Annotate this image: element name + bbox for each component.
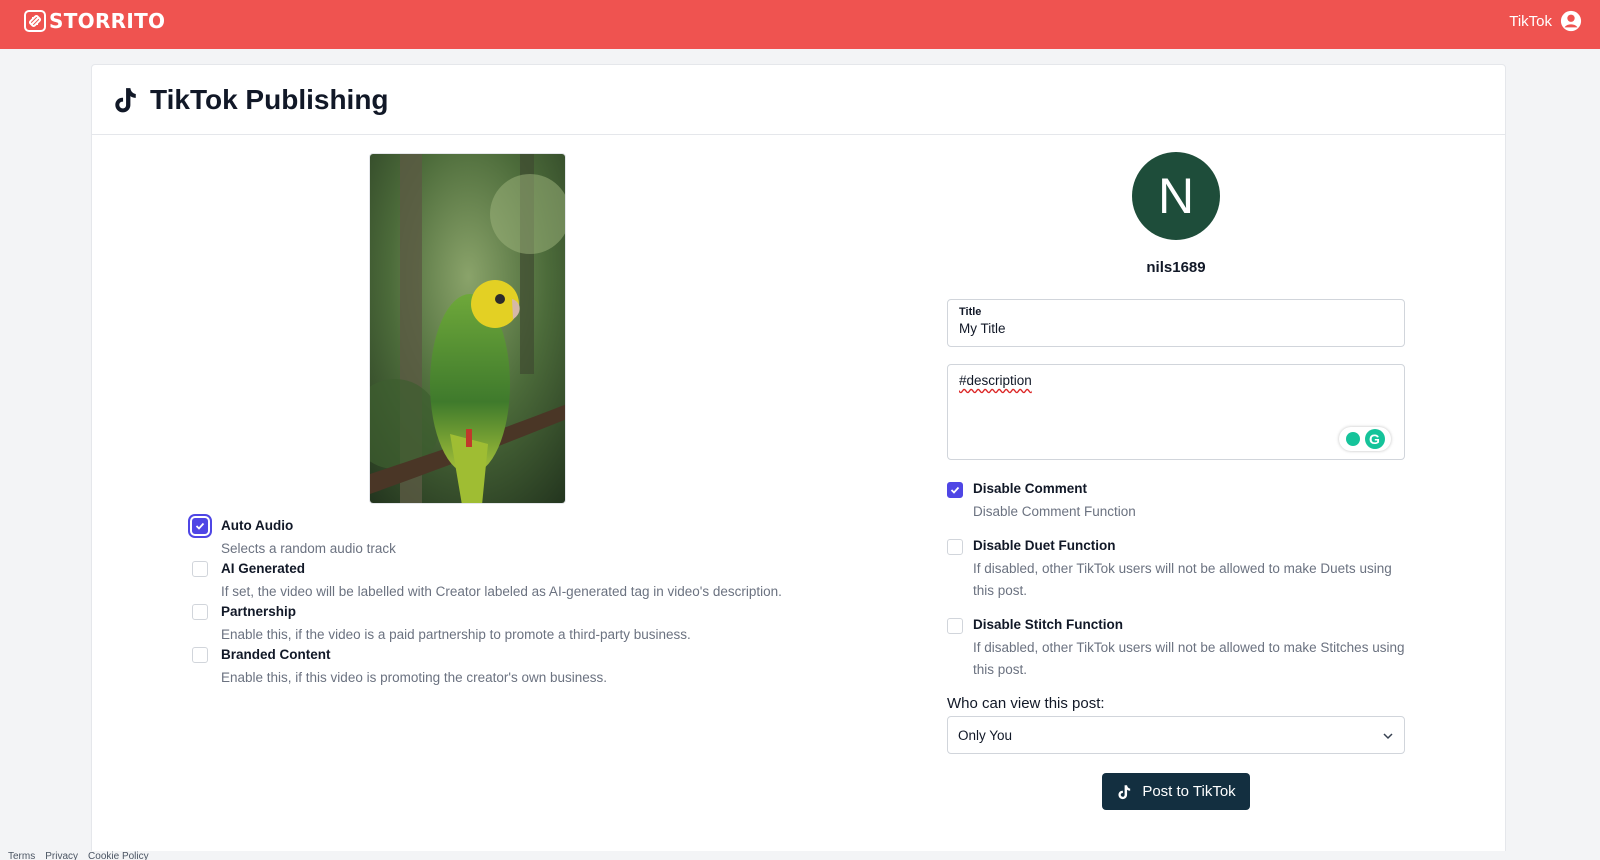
description-field[interactable]: #description G — [947, 364, 1405, 460]
cookie-policy-link[interactable]: Cookie Policy — [88, 852, 149, 860]
username: nils1689 — [1146, 259, 1206, 276]
ai-generated-checkbox[interactable] — [192, 561, 208, 577]
auto-audio-label: Auto Audio — [221, 518, 294, 533]
disable-duet-checkbox[interactable] — [947, 539, 963, 555]
page-title: TikTok Publishing — [150, 83, 389, 115]
left-options: Auto Audio Selects a random audio track … — [192, 517, 782, 689]
privacy-select[interactable]: Only You — [947, 716, 1405, 754]
publishing-card: TikTok Publishing Auto Audio Selects a r… — [91, 64, 1506, 860]
ai-generated-description: If set, the video will be labelled with … — [221, 584, 782, 599]
option-disable-stitch: Disable Stitch Function If disabled, oth… — [947, 616, 1405, 681]
logo-icon — [24, 10, 46, 32]
publish-form: N nils1689 Title My Title #description G… — [947, 152, 1405, 810]
grammarly-widget[interactable]: G — [1339, 427, 1391, 451]
disable-duet-description: If disabled, other TikTok users will not… — [973, 561, 1392, 598]
post-to-tiktok-button[interactable]: Post to TikTok — [1102, 773, 1250, 810]
grammarly-suggestion-icon[interactable] — [1345, 432, 1360, 446]
ai-generated-label: AI Generated — [221, 561, 306, 576]
option-ai-generated: AI Generated If set, the video will be l… — [192, 560, 782, 603]
checkmark-icon — [195, 522, 205, 530]
title-label: Title — [959, 306, 982, 318]
right-options: Disable Comment Disable Comment Function… — [947, 480, 1405, 681]
footer: Terms Privacy Cookie Policy — [0, 851, 1600, 860]
option-branded-content: Branded Content Enable this, if this vid… — [192, 646, 782, 689]
partnership-label: Partnership — [221, 604, 297, 619]
disable-comment-description: Disable Comment Function — [973, 504, 1136, 519]
tiktok-icon — [1118, 784, 1131, 799]
description-input[interactable]: #description — [959, 373, 1032, 388]
tiktok-icon — [115, 87, 136, 112]
brand-name: STORRITO — [49, 9, 166, 33]
partnership-checkbox[interactable] — [192, 604, 208, 620]
post-button-label: Post to TikTok — [1142, 783, 1236, 800]
account-label: TikTok — [1509, 12, 1552, 30]
option-disable-comment: Disable Comment Disable Comment Function — [947, 480, 1405, 523]
card-header: TikTok Publishing — [92, 65, 1505, 135]
privacy-link[interactable]: Privacy — [45, 852, 78, 860]
auto-audio-description: Selects a random audio track — [221, 541, 396, 556]
disable-comment-label: Disable Comment — [973, 481, 1088, 496]
branded-content-checkbox[interactable] — [192, 647, 208, 663]
disable-stitch-checkbox[interactable] — [947, 618, 963, 634]
grammarly-icon[interactable]: G — [1364, 429, 1385, 449]
video-preview — [369, 153, 566, 504]
title-field[interactable]: Title My Title — [947, 299, 1405, 347]
avatar: N — [1132, 152, 1220, 240]
checkmark-icon — [950, 486, 960, 494]
top-navbar: STORRITO TikTok — [0, 0, 1600, 49]
disable-comment-checkbox[interactable] — [947, 482, 963, 498]
footer-links: Terms Privacy Cookie Policy — [8, 852, 149, 860]
option-partnership: Partnership Enable this, if the video is… — [192, 603, 782, 646]
chevron-down-icon — [1383, 733, 1393, 740]
privacy-label: Who can view this post: — [947, 695, 1105, 712]
partnership-description: Enable this, if the video is a paid part… — [221, 627, 691, 642]
option-disable-duet: Disable Duet Function If disabled, other… — [947, 537, 1405, 602]
option-auto-audio: Auto Audio Selects a random audio track — [192, 517, 782, 560]
branded-content-label: Branded Content — [221, 647, 331, 662]
video-thumbnail — [370, 154, 565, 503]
disable-duet-label: Disable Duet Function — [973, 538, 1116, 553]
privacy-selected-value: Only You — [958, 727, 1013, 743]
brand-logo[interactable]: STORRITO — [23, 9, 165, 33]
terms-link[interactable]: Terms — [8, 852, 35, 860]
user-circle-icon — [1560, 10, 1582, 32]
branded-content-description: Enable this, if this video is promoting … — [221, 670, 608, 685]
disable-stitch-label: Disable Stitch Function — [973, 617, 1124, 632]
auto-audio-checkbox[interactable] — [192, 518, 208, 534]
disable-stitch-description: If disabled, other TikTok users will not… — [973, 640, 1405, 677]
title-input[interactable]: My Title — [959, 321, 1393, 336]
account-menu[interactable]: TikTok — [1509, 10, 1582, 32]
